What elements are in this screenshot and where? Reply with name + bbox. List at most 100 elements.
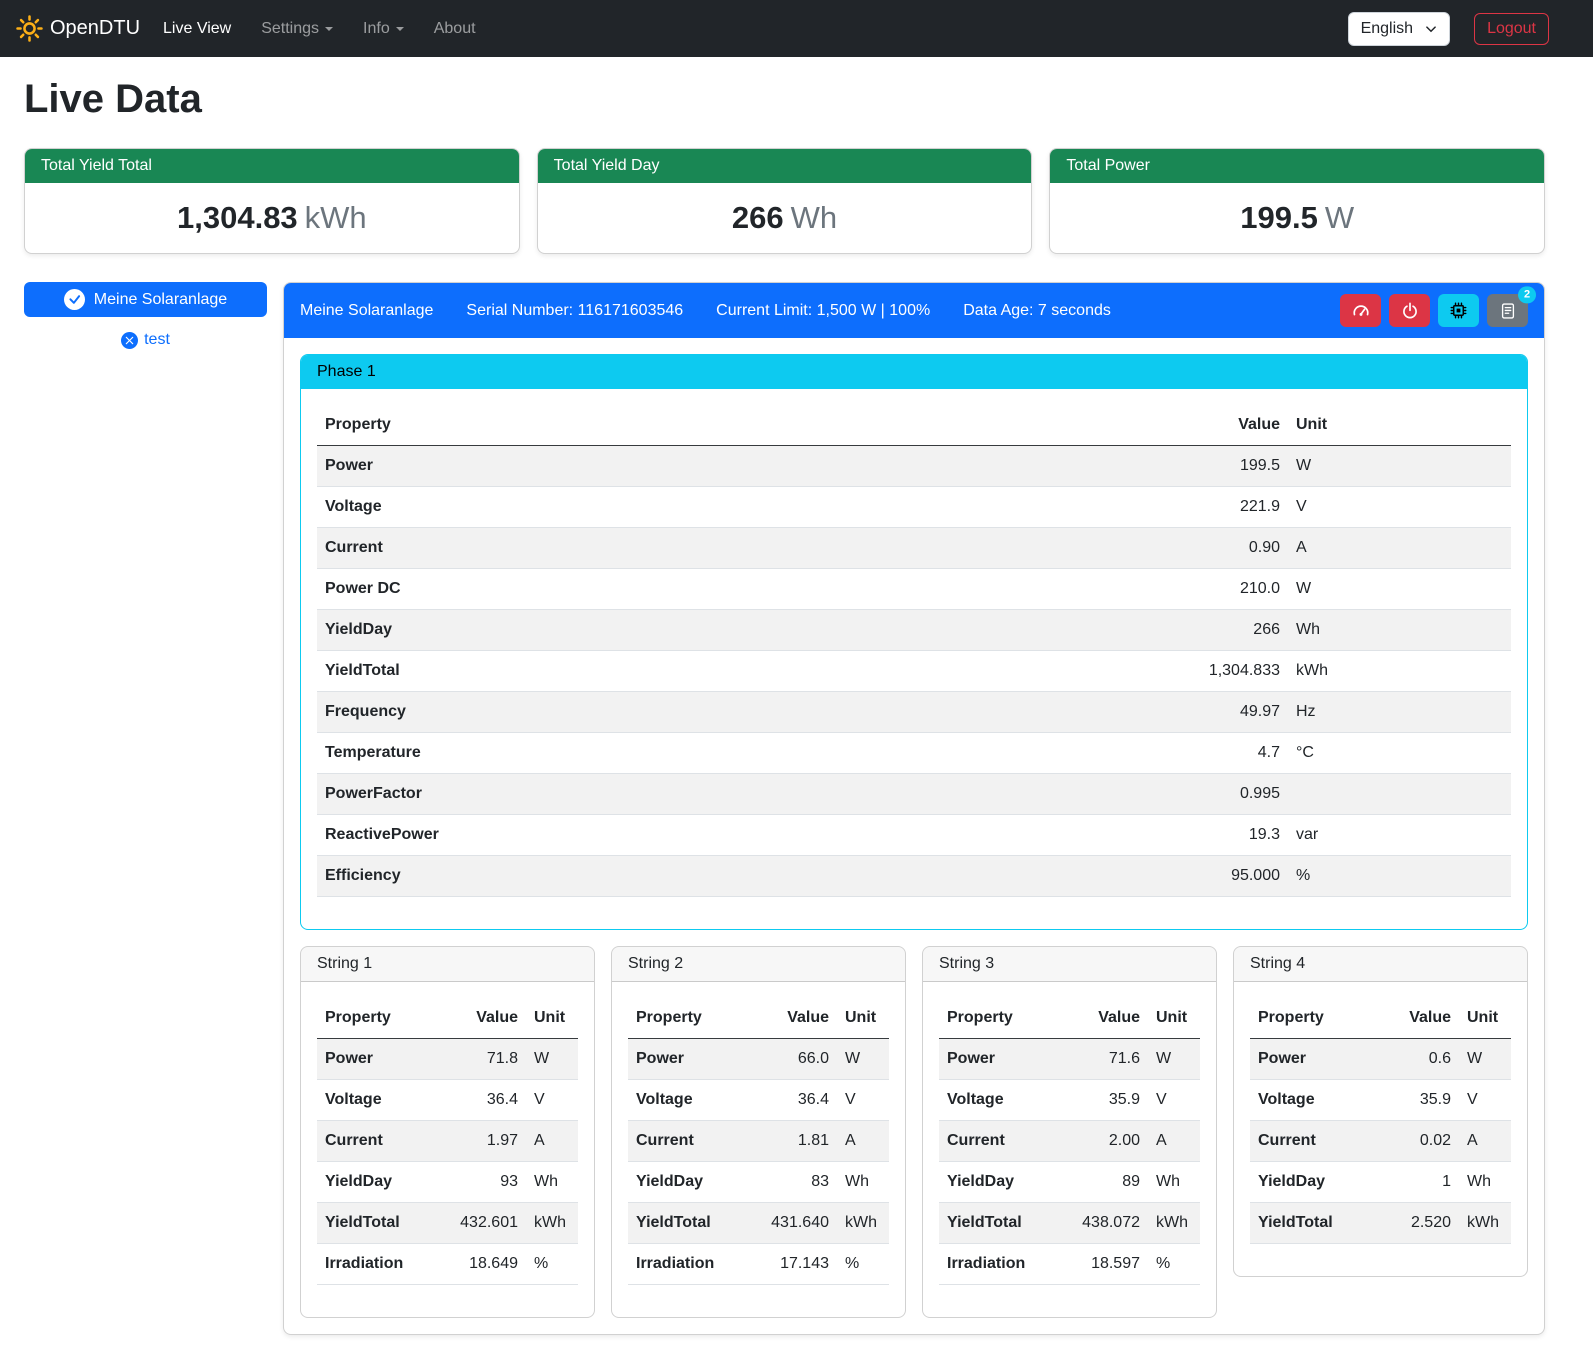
value-cell: 35.9 — [1378, 1080, 1459, 1121]
value-cell: 89 — [1056, 1162, 1148, 1203]
brand-label: OpenDTU — [50, 17, 140, 40]
page: OpenDTU Live View Settings Info About En… — [0, 0, 1593, 1359]
unit-cell: Wh — [526, 1162, 578, 1203]
value-cell: 93 — [434, 1162, 526, 1203]
event-count-badge: 2 — [1518, 286, 1536, 303]
table-row: YieldTotal431.640kWh — [628, 1203, 889, 1244]
unit-cell: W — [1288, 446, 1511, 487]
journal-icon — [1499, 302, 1517, 320]
unit-cell: A — [1148, 1121, 1200, 1162]
unit-cell: Hz — [1288, 692, 1511, 733]
inverter-select-button[interactable]: Meine Solaranlage — [24, 282, 267, 317]
table-row: PowerFactor0.995 — [317, 774, 1511, 815]
unit-cell: Wh — [1459, 1162, 1511, 1203]
property-cell: Current — [317, 1121, 434, 1162]
value-cell: 2.00 — [1056, 1121, 1148, 1162]
limit-settings-button[interactable] — [1340, 294, 1381, 327]
property-cell: YieldTotal — [317, 1203, 434, 1244]
unit-cell: W — [837, 1039, 889, 1080]
test-inverter-link[interactable]: test — [24, 331, 267, 349]
table-row: Voltage36.4V — [317, 1080, 578, 1121]
value-cell: 66.0 — [745, 1039, 837, 1080]
unit-cell: W — [1288, 569, 1511, 610]
property-cell: Current — [628, 1121, 745, 1162]
unit-header: Unit — [1288, 405, 1511, 446]
string-card-title: String 3 — [923, 947, 1216, 982]
table-row: Power71.6W — [939, 1039, 1200, 1080]
unit-cell: A — [526, 1121, 578, 1162]
total-card-body: 1,304.83kWh — [25, 183, 519, 253]
value-cell: 71.6 — [1056, 1039, 1148, 1080]
property-cell: Irradiation — [939, 1244, 1056, 1285]
unit-cell: var — [1288, 815, 1511, 856]
unit-cell: % — [1288, 856, 1511, 897]
unit-cell: W — [1459, 1039, 1511, 1080]
logout-button[interactable]: Logout — [1474, 13, 1549, 45]
unit-cell — [1288, 774, 1511, 815]
string-card-body: Property Value Unit Power0.6WVoltage35.9… — [1234, 982, 1527, 1276]
value-cell: 199.5 — [898, 446, 1288, 487]
nav-item-about[interactable]: About — [419, 12, 491, 46]
phase-card: Phase 1 Property Value Unit Power199.5WV… — [300, 354, 1528, 930]
nav-item-live-view[interactable]: Live View — [148, 12, 246, 46]
string-table: Property Value Unit Power71.6WVoltage35.… — [939, 998, 1200, 1285]
language-select[interactable]: English — [1348, 12, 1450, 46]
unit-cell: V — [1459, 1080, 1511, 1121]
power-button[interactable] — [1389, 294, 1430, 327]
value-cell: 1,304.833 — [898, 651, 1288, 692]
unit-cell: W — [1148, 1039, 1200, 1080]
brand[interactable]: OpenDTU — [16, 15, 140, 42]
property-cell: PowerFactor — [317, 774, 898, 815]
table-row: YieldDay1Wh — [1250, 1162, 1511, 1203]
nav-item-settings[interactable]: Settings — [246, 12, 348, 46]
phase-card-body: Property Value Unit Power199.5WVoltage22… — [301, 389, 1527, 929]
unit-cell: V — [526, 1080, 578, 1121]
value-cell: 1 — [1378, 1162, 1459, 1203]
table-header-row: Property Value Unit — [628, 998, 889, 1039]
inverter-name: Meine Solaranlage — [300, 302, 433, 320]
property-header: Property — [939, 998, 1056, 1039]
nav-item-info[interactable]: Info — [348, 12, 419, 46]
table-row: Power199.5W — [317, 446, 1511, 487]
value-cell: 266 — [898, 610, 1288, 651]
unit-cell: kWh — [526, 1203, 578, 1244]
string-table: Property Value Unit Power71.8WVoltage36.… — [317, 998, 578, 1285]
value-cell: 35.9 — [1056, 1080, 1148, 1121]
device-info-button[interactable] — [1438, 294, 1479, 327]
value-cell: 1.97 — [434, 1121, 526, 1162]
unit-cell: W — [526, 1039, 578, 1080]
total-card-header: Total Yield Day — [538, 149, 1032, 183]
property-header: Property — [317, 998, 434, 1039]
x-circle-icon — [121, 332, 138, 349]
string-card-3: String 3 Property Value Unit — [922, 946, 1217, 1318]
value-cell: 210.0 — [898, 569, 1288, 610]
string-table: Property Value Unit Power0.6WVoltage35.9… — [1250, 998, 1511, 1244]
unit-cell: V — [1148, 1080, 1200, 1121]
table-row: Efficiency95.000% — [317, 856, 1511, 897]
string-card-2: String 2 Property Value Unit — [611, 946, 906, 1318]
value-header: Value — [1378, 998, 1459, 1039]
event-log-button[interactable]: 2 — [1487, 294, 1528, 327]
table-row: Power71.8W — [317, 1039, 578, 1080]
table-header-row: Property Value Unit — [317, 405, 1511, 446]
property-cell: Irradiation — [317, 1244, 434, 1285]
value-cell: 0.02 — [1378, 1121, 1459, 1162]
string-card-title: String 1 — [301, 947, 594, 982]
table-row: YieldTotal2.520kWh — [1250, 1203, 1511, 1244]
unit-cell: % — [526, 1244, 578, 1285]
test-inverter-label: test — [144, 331, 170, 349]
total-yield-day-card: Total Yield Day 266Wh — [537, 148, 1033, 254]
table-row: Frequency49.97Hz — [317, 692, 1511, 733]
string-card-body: Property Value Unit Power66.0WVoltage36.… — [612, 982, 905, 1317]
value-cell: 0.6 — [1378, 1039, 1459, 1080]
table-row: YieldTotal432.601kWh — [317, 1203, 578, 1244]
table-header-row: Property Value Unit — [939, 998, 1200, 1039]
property-cell: Power DC — [317, 569, 898, 610]
navbar: OpenDTU Live View Settings Info About En… — [0, 0, 1593, 57]
table-body: Power71.6WVoltage35.9VCurrent2.00AYieldD… — [939, 1039, 1200, 1285]
strings-row: String 1 Property Value Unit — [300, 946, 1528, 1318]
property-cell: YieldTotal — [939, 1203, 1056, 1244]
property-cell: YieldTotal — [317, 651, 898, 692]
total-value: 266 — [732, 200, 784, 235]
property-cell: YieldDay — [317, 1162, 434, 1203]
